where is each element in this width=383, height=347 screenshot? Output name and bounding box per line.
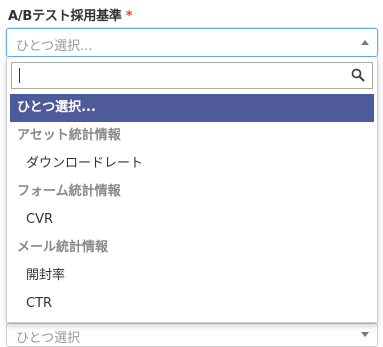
text-cursor xyxy=(19,68,20,83)
option-download-rate[interactable]: ダウンロードレート xyxy=(7,150,377,178)
field-label: A/Bテスト採用基準 * xyxy=(8,5,133,24)
search-icon xyxy=(351,68,365,82)
caret-up-icon[interactable] xyxy=(361,40,369,45)
option-placeholder[interactable]: ひとつ選択... xyxy=(10,94,374,122)
option-list: ひとつ選択... アセット統計情報 ダウンロードレート フォーム統計情報 CVR… xyxy=(7,94,377,318)
option-cvr[interactable]: CVR xyxy=(7,206,377,234)
next-select[interactable]: ひとつ選択 xyxy=(6,323,378,347)
option-open-rate[interactable]: 開封率 xyxy=(7,262,377,290)
option-ctr[interactable]: CTR xyxy=(7,290,377,318)
criteria-select[interactable]: ひとつ選択... xyxy=(6,28,378,57)
select-current-value: ひとつ選択... xyxy=(16,39,93,54)
optgroup-email-stats: メール統計情報 xyxy=(17,240,109,255)
optgroup-asset-stats: アセット統計情報 xyxy=(17,128,121,143)
field-label-text: A/Bテスト採用基準 xyxy=(8,9,122,24)
next-select-value: ひとつ選択 xyxy=(16,331,81,346)
optgroup-form-stats: フォーム統計情報 xyxy=(17,184,121,199)
caret-down-icon xyxy=(361,332,369,337)
dropdown-search-input[interactable] xyxy=(11,62,373,89)
required-asterisk: * xyxy=(125,9,133,24)
dropdown-menu: ひとつ選択... アセット統計情報 ダウンロードレート フォーム統計情報 CVR… xyxy=(6,57,378,323)
